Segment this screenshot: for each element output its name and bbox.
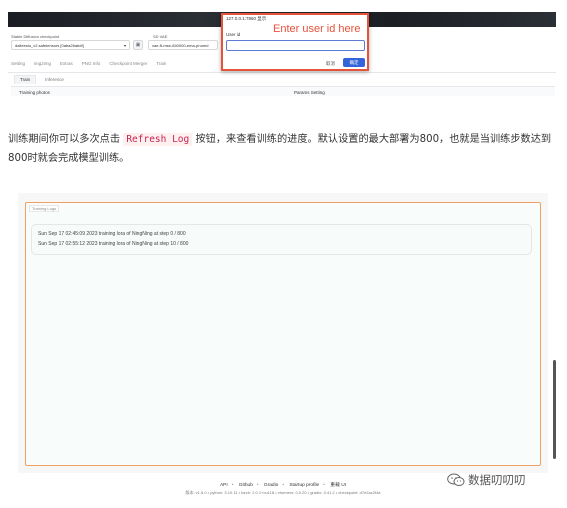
tab-img2img[interactable]: img2img [34, 59, 51, 69]
footer-link-startup-profile[interactable]: Startup profile [289, 483, 319, 488]
user-id-dialog: 127.0.0.1:7860 显示 Enter user id here Use… [221, 13, 369, 71]
log-line: Sun Sep 17 02:55:12 2023 training lora o… [38, 241, 189, 247]
panel-header-row: Training photos Params Setting [11, 86, 555, 96]
footer-version-info: 版本: v1.6.0 • python: 3.10.11 • torch: 2.… [185, 490, 381, 495]
training-logs-panel: Training Logs Sun Sep 17 02:45:09 2023 t… [25, 202, 541, 466]
footer-link-gradio[interactable]: Gradio [264, 483, 278, 488]
sd-vae-label: SD VAE [153, 34, 168, 39]
sd-vae-select[interactable]: vae-ft-mse-840000-ema-pruned [148, 40, 218, 50]
training-logs-output: Sun Sep 17 02:45:09 2023 training lora o… [31, 224, 532, 255]
checkpoint-value: dalleestu_v2.safetensors [0aba26abdf] [15, 43, 84, 48]
tab-setting[interactable]: Setting [11, 59, 25, 69]
tab-checkpoint-merger[interactable]: Checkpoint Merger [109, 59, 147, 69]
sub-tabs: Train Inference [14, 75, 67, 84]
scrollbar-thumb[interactable] [553, 360, 556, 459]
params-setting-label: Params Setting [294, 90, 325, 95]
footer-link-api[interactable]: API [220, 483, 228, 488]
cancel-button[interactable]: 取消 [322, 59, 339, 69]
tab-train[interactable]: Train [156, 59, 166, 69]
training-logs-title: Training Logs [29, 205, 60, 212]
chevron-down-icon: ▾ [123, 43, 126, 48]
refresh-icon[interactable]: ▣ [133, 40, 143, 50]
training-photos-label: Training photos [19, 90, 50, 95]
tab-png-info[interactable]: PNG Info [82, 59, 101, 69]
tab-extras[interactable]: Extras [60, 59, 73, 69]
training-log-screenshot: Training Logs Sun Sep 17 02:45:09 2023 t… [18, 193, 548, 495]
dialog-origin: 127.0.0.1:7860 显示 [226, 16, 267, 21]
checkpoint-label: Stable Diffusion checkpoint [11, 34, 60, 39]
main-tabs: Setting img2img Extras PNG Info Checkpoi… [11, 59, 166, 69]
wechat-icon [447, 473, 465, 486]
subtab-train[interactable]: Train [14, 75, 37, 84]
user-id-label: User id [226, 32, 241, 37]
sd-vae-value: vae-ft-mse-840000-ema-pruned [152, 43, 209, 48]
webui-screenshot: Stable Diffusion checkpoint dalleestu_v2… [8, 12, 556, 100]
refresh-log-code: Refresh Log [123, 133, 193, 146]
paragraph-text-before: 训练期间你可以多次点击 [8, 134, 121, 145]
log-line: Sun Sep 17 02:45:09 2023 training lora o… [38, 231, 186, 237]
account-name: 数据叨叨叨 [468, 473, 526, 487]
user-id-input[interactable] [226, 40, 365, 51]
subtab-inference[interactable]: Inference [42, 75, 67, 84]
checkpoint-select[interactable]: dalleestu_v2.safetensors [0aba26abdf] ▾ [11, 40, 130, 50]
footer-link-reload-ui[interactable]: 重载 UI [330, 483, 346, 488]
wechat-watermark: 数据叨叨叨 [447, 472, 526, 488]
dialog-annotation: Enter user id here [273, 23, 361, 35]
footer-link-github[interactable]: Github [239, 483, 253, 488]
ok-button[interactable]: 确定 [343, 58, 365, 67]
instruction-paragraph: 训练期间你可以多次点击 Refresh Log 按钮，来查看训练的进度。默认设置… [8, 130, 556, 168]
tab-divider [8, 72, 556, 73]
